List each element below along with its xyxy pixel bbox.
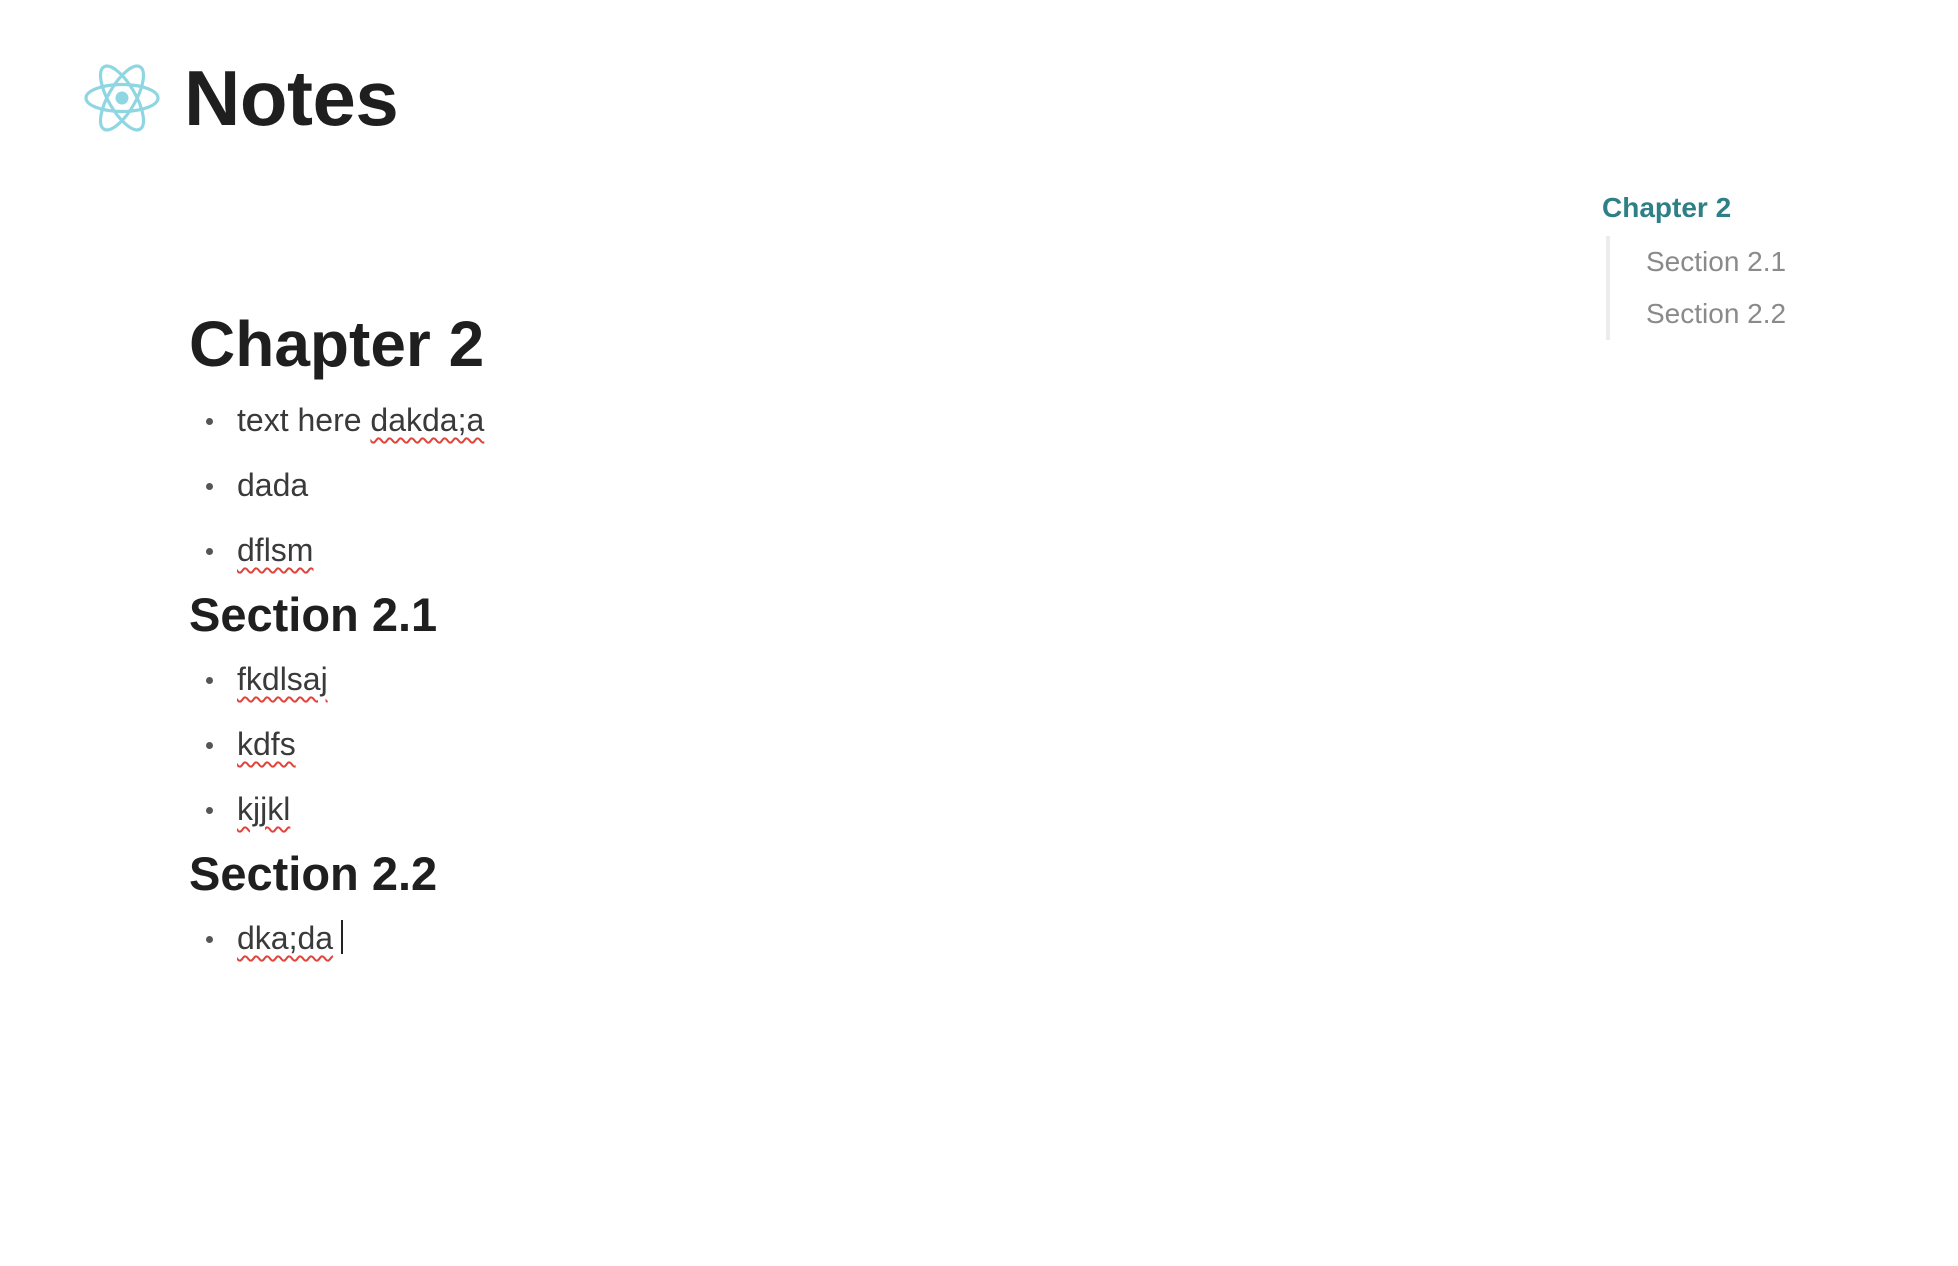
text-cursor	[341, 920, 344, 954]
toc-section-list: Section 2.1 Section 2.2	[1606, 236, 1922, 340]
misspelled-word: dflsm	[237, 532, 314, 568]
section-heading-2-1[interactable]: Section 2.1	[189, 583, 1389, 647]
section-heading-2-2[interactable]: Section 2.2	[189, 842, 1389, 906]
misspelled-word: dka;da	[237, 920, 334, 956]
section-2-1-bullet-list: fkdlsaj kdfs kjjkl	[189, 647, 1389, 842]
toc-item-chapter-2[interactable]: Chapter 2	[1602, 186, 1922, 230]
app-title: Notes	[184, 54, 399, 142]
toc-item-section-2-1[interactable]: Section 2.1	[1646, 236, 1922, 288]
section-2-2-bullet-list: dka;da	[189, 906, 1389, 971]
list-item[interactable]: dada	[189, 453, 1389, 518]
list-item[interactable]: dflsm	[189, 518, 1389, 583]
misspelled-word: dakda;a	[370, 402, 485, 438]
notes-app: Notes Chapter 2 text here dakda;a dada d…	[0, 0, 1958, 1266]
app-header: Notes	[82, 52, 399, 144]
chapter-bullet-list: text here dakda;a dada dflsm	[189, 388, 1389, 583]
list-item-text: text here	[237, 402, 362, 438]
list-item-text: dada	[237, 467, 309, 503]
table-of-contents: Chapter 2 Section 2.1 Section 2.2	[1602, 186, 1922, 340]
list-item[interactable]: fkdlsaj	[189, 647, 1389, 712]
misspelled-word: fkdlsaj	[237, 661, 328, 697]
chapter-heading[interactable]: Chapter 2	[189, 300, 1389, 388]
toc-item-section-2-2[interactable]: Section 2.2	[1646, 288, 1922, 340]
list-item[interactable]: kdfs	[189, 712, 1389, 777]
editor-content[interactable]: Chapter 2 text here dakda;a dada dflsm S…	[189, 300, 1389, 971]
misspelled-word: kjjkl	[237, 791, 291, 827]
misspelled-word: kdfs	[237, 726, 296, 762]
list-item[interactable]: text here dakda;a	[189, 388, 1389, 453]
list-item[interactable]: kjjkl	[189, 777, 1389, 842]
react-atom-icon	[84, 64, 160, 132]
list-item[interactable]: dka;da	[189, 906, 1389, 971]
